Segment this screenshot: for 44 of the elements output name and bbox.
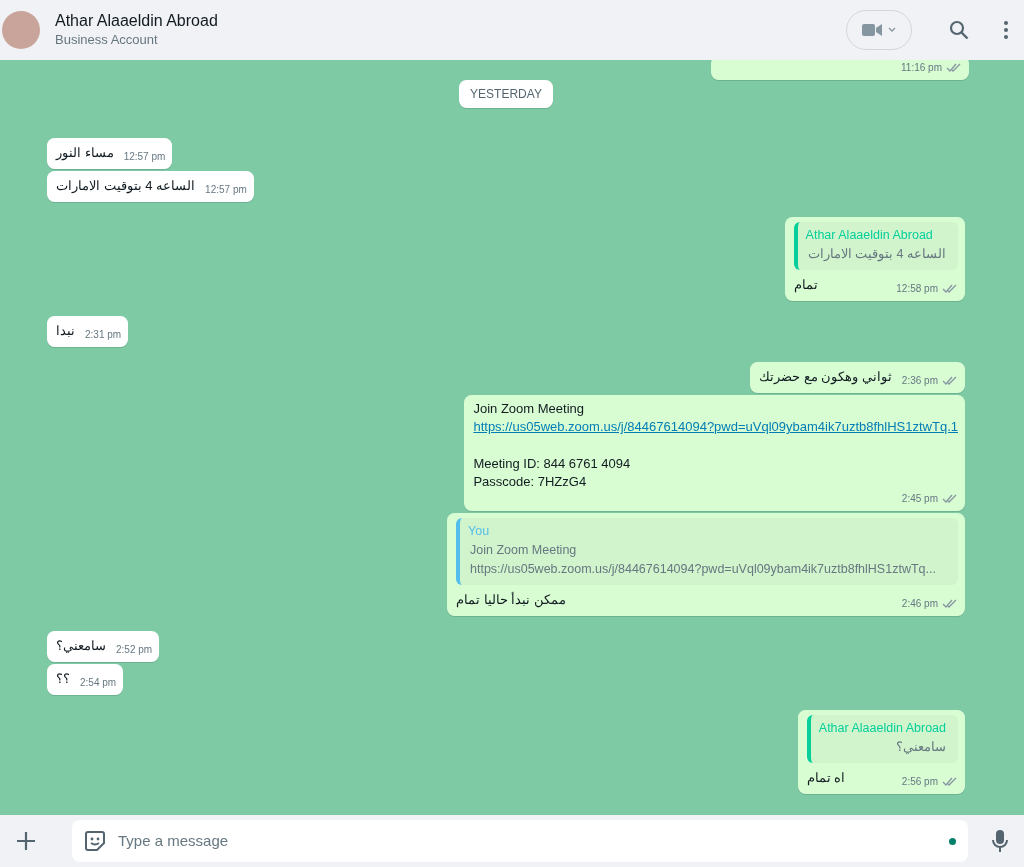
quote-text: Join Zoom Meeting [469,542,578,559]
plus-icon [16,831,36,851]
quote-text: https://us05web.zoom.us/j/84467614094?pwd=uVql09ybam4ik7uztb8fhlHS1ztwTq... [469,561,937,578]
message-time: 2:52 pm [116,643,153,657]
message-text: اه تمام [806,769,846,788]
message-text: ثواني وهكون مع حضرتك [759,368,892,387]
message-time: 11:16 pm [901,61,942,75]
quote-text: الساعه 4 بتوقيت الامارات [806,246,946,264]
message-time: 2:31 pm [85,328,122,342]
message-time: 2:56 pm [901,775,938,789]
message-text: Join Zoom Meeting [473,400,585,418]
message-field[interactable]: Type a message [72,820,968,862]
quote-author: Athar Alaaeldin Abroad [805,227,934,244]
contact-subtitle: Business Account [55,31,159,49]
video-call-button[interactable] [846,10,912,50]
quote-author: Athar Alaaeldin Abroad [818,720,946,737]
message-time: 12:58 pm [896,282,938,296]
message-text: تمام [793,276,818,295]
message-time: 12:57 pm [205,183,247,197]
contact-name: Athar Alaaeldin Abroad [55,11,219,31]
message-time: 12:57 pm [123,150,166,164]
sticker-icon [84,830,106,852]
message-time: 2:54 pm [80,676,117,690]
quote-author: You [468,523,491,540]
message-time: 2:36 pm [901,374,938,388]
microphone-icon [992,829,1008,853]
quote-text: سامعني؟ [895,739,946,756]
message-text: الساعه 4 بتوقيت الامارات [56,177,196,196]
message-time: 2:45 pm [901,492,938,506]
message-text: سامعني؟ [56,637,106,655]
caret-icon [888,27,896,33]
status-dot [949,837,956,845]
message-text: ؟؟ [56,670,70,688]
video-camera-icon [862,23,882,37]
message-text: Passcode: 7HZzG4 [473,473,588,491]
message-text: مساء النور [56,144,114,163]
message-text: ممكن نبدأ حاليا تمام [456,591,566,610]
message-time: 2:46 pm [901,597,938,611]
message-text: Meeting ID: 844 6761 4094 [473,455,632,473]
date-chip: YESTERDAY [459,80,553,108]
meeting-link[interactable]: https://us05web.zoom.us/j/84467614094?pwd=uVql09ybam4ik7uztb8fhlHS1ztwTq.1 [473,418,958,436]
menu-icon [1004,21,1008,39]
message-text: نبدا [56,322,75,340]
search-icon [949,20,969,40]
